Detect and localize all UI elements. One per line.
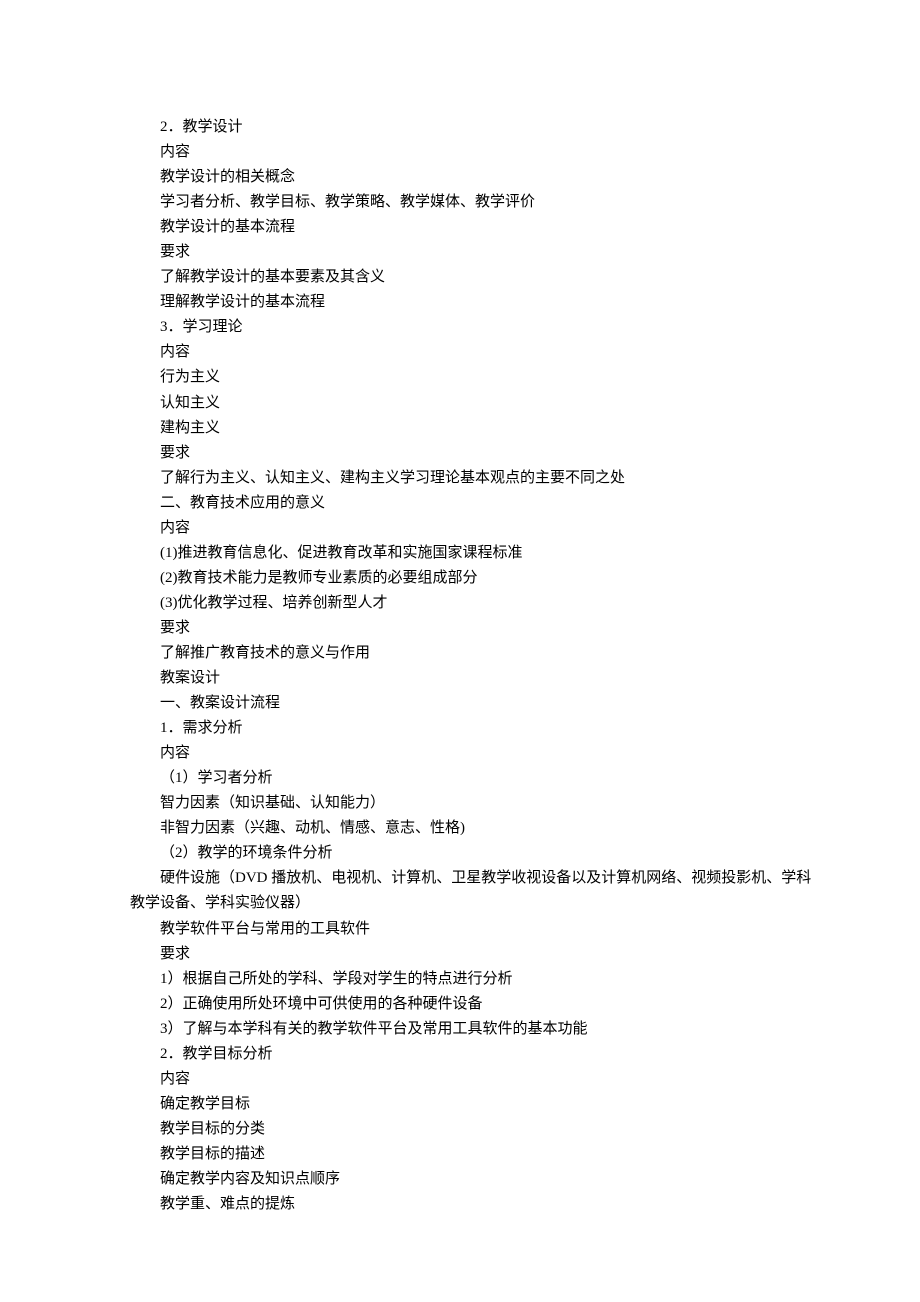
text-line: 内容 [130,741,825,766]
text-line: 3．学习理论 [130,315,825,340]
text-line: 非智力因素（兴趣、动机、情感、意志、性格) [130,816,825,841]
text-line: 智力因素（知识基础、认知能力） [130,791,825,816]
text-line: 2．教学目标分析 [130,1042,825,1067]
text-line: 理解教学设计的基本流程 [130,290,825,315]
text-line: 教学目标的分类 [130,1117,825,1142]
text-line: 教案设计 [130,666,825,691]
text-line: (3)优化教学过程、培养创新型人才 [130,591,825,616]
text-line: 要求 [130,616,825,641]
text-line: 认知主义 [130,391,825,416]
text-line: 二、教育技术应用的意义 [130,491,825,516]
text-line: 了解推广教育技术的意义与作用 [130,641,825,666]
text-line: 内容 [130,1067,825,1092]
text-line: 要求 [130,240,825,265]
text-line: 教学设计的基本流程 [130,215,825,240]
text-line: （2）教学的环境条件分析 [130,841,825,866]
text-line: 2．教学设计 [130,115,825,140]
text-line: 了解行为主义、认知主义、建构主义学习理论基本观点的主要不同之处 [130,466,825,491]
text-line: 确定教学目标 [130,1092,825,1117]
document-page: 2．教学设计内容教学设计的相关概念学习者分析、教学目标、教学策略、教学媒体、教学… [0,0,920,1257]
text-line: 教学软件平台与常用的工具软件 [130,917,825,942]
text-line: 1．需求分析 [130,716,825,741]
text-line: 内容 [130,140,825,165]
text-line: 一、教案设计流程 [130,691,825,716]
text-line: 3）了解与本学科有关的教学软件平台及常用工具软件的基本功能 [130,1017,825,1042]
text-line: (2)教育技术能力是教师专业素质的必要组成部分 [130,566,825,591]
text-line: 行为主义 [130,365,825,390]
text-line: 内容 [130,340,825,365]
text-line: 硬件设施（DVD 播放机、电视机、计算机、卫星教学收视设备以及计算机网络、视频投… [130,866,825,916]
text-line: 建构主义 [130,416,825,441]
text-line: 2）正确使用所处环境中可供使用的各种硬件设备 [130,992,825,1017]
text-line: 教学重、难点的提炼 [130,1192,825,1217]
text-line: 1）根据自己所处的学科、学段对学生的特点进行分析 [130,967,825,992]
text-line: 了解教学设计的基本要素及其含义 [130,265,825,290]
text-line: 学习者分析、教学目标、教学策略、教学媒体、教学评价 [130,190,825,215]
text-line: 要求 [130,441,825,466]
text-line: 要求 [130,942,825,967]
text-line: 教学目标的描述 [130,1142,825,1167]
text-line: 确定教学内容及知识点顺序 [130,1167,825,1192]
document-content: 2．教学设计内容教学设计的相关概念学习者分析、教学目标、教学策略、教学媒体、教学… [130,115,825,1217]
text-line: 教学设计的相关概念 [130,165,825,190]
text-line: （1）学习者分析 [130,766,825,791]
text-line: 内容 [130,516,825,541]
text-line: (1)推进教育信息化、促进教育改革和实施国家课程标准 [130,541,825,566]
